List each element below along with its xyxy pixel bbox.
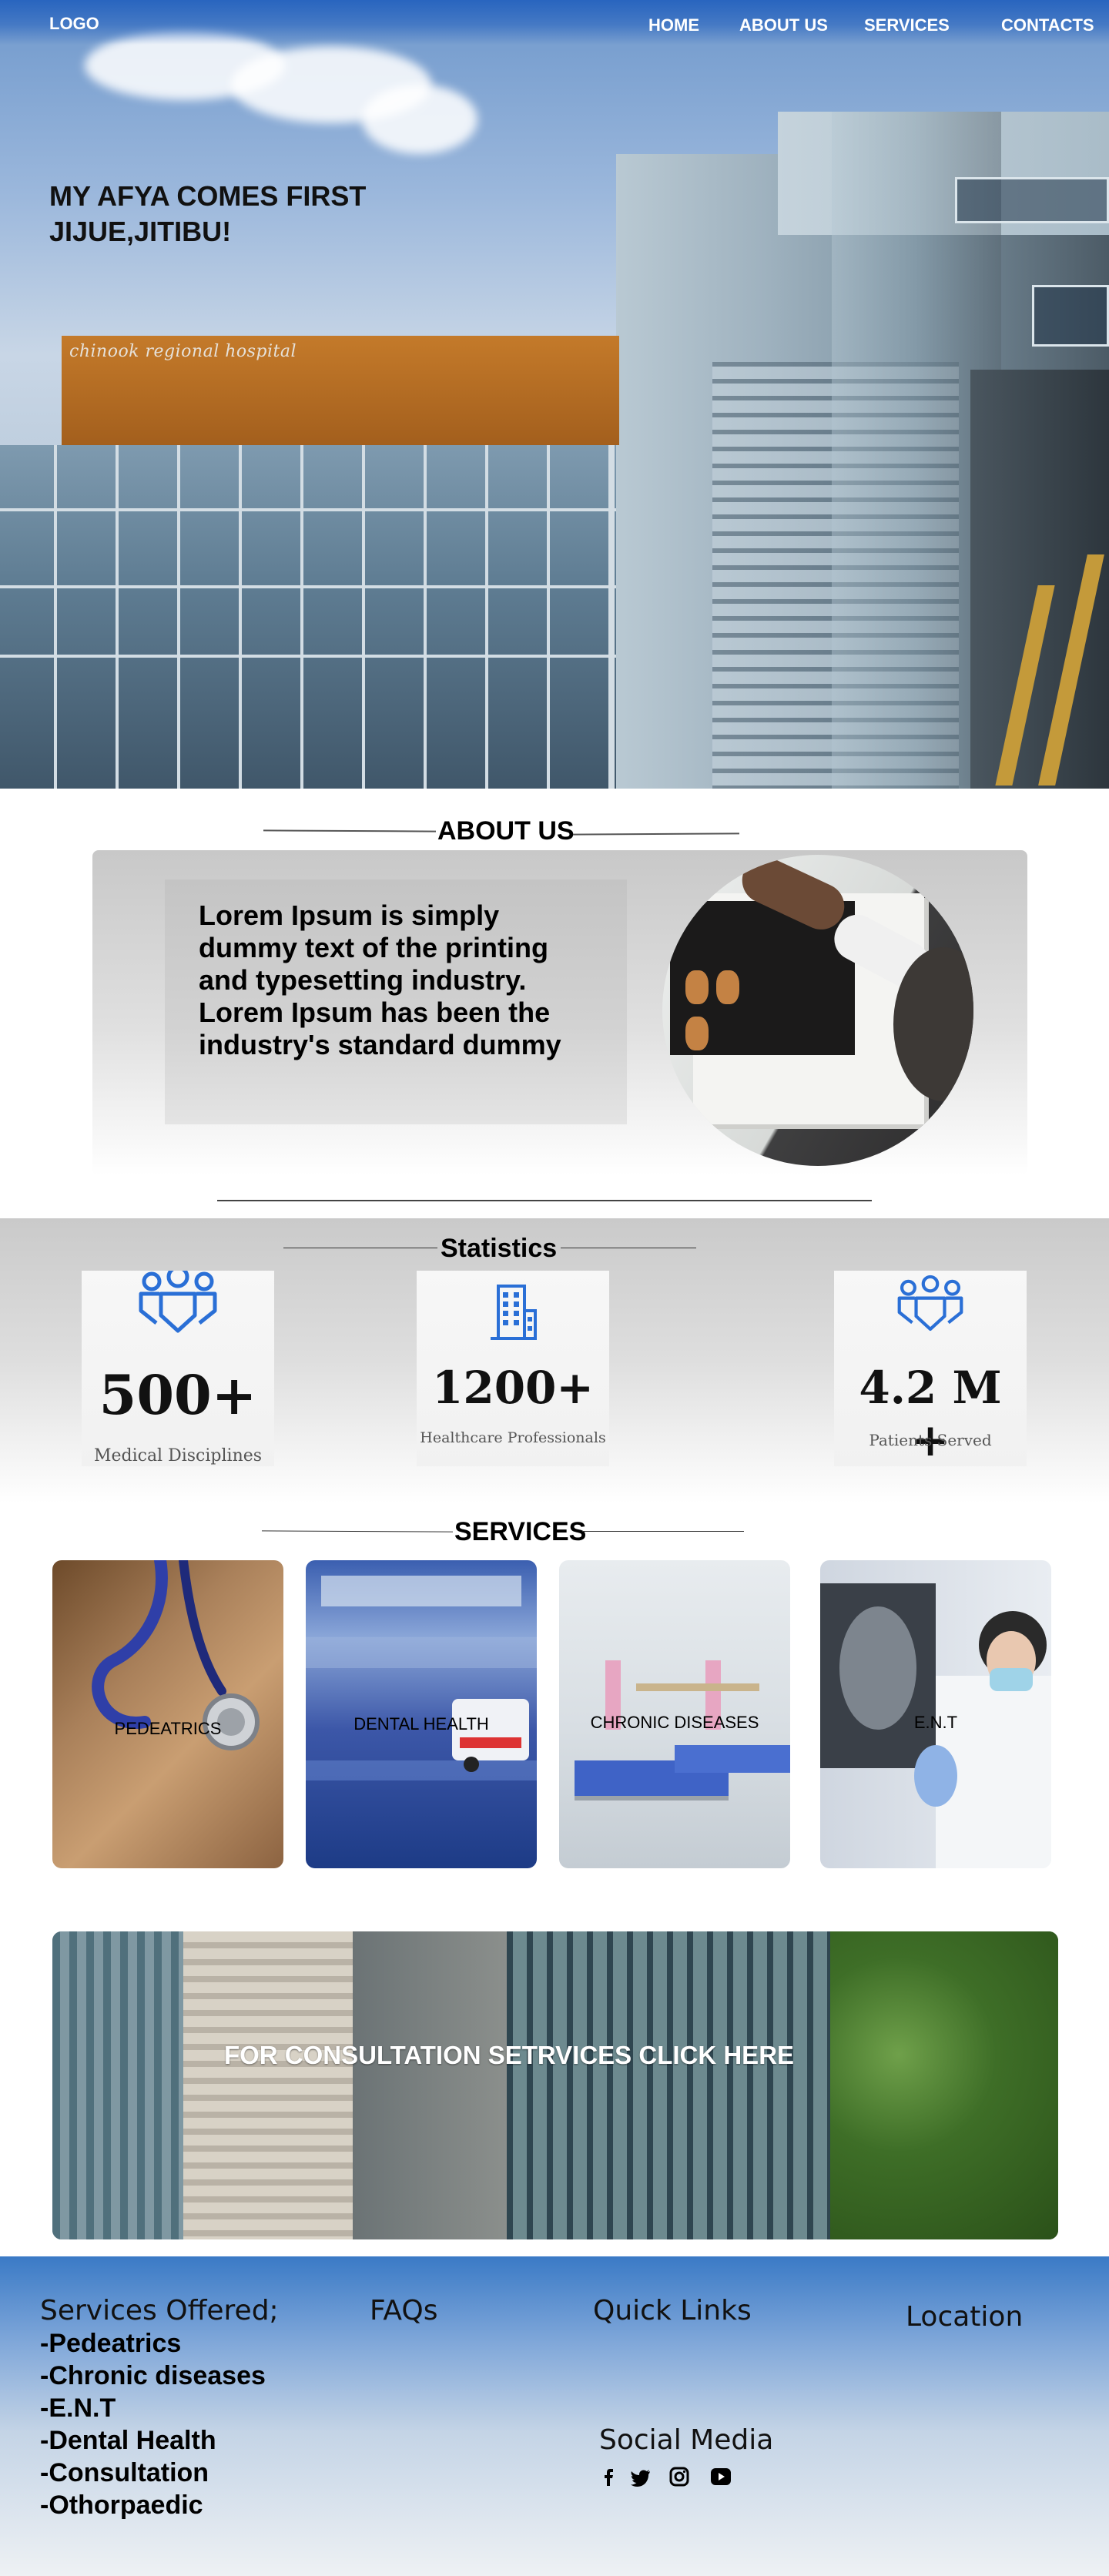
building-window (1032, 285, 1109, 347)
xray-tooth (716, 970, 739, 1004)
instagram-icon[interactable] (668, 2466, 690, 2487)
heading-rule (261, 1530, 454, 1533)
youtube-icon[interactable] (710, 2466, 732, 2487)
mullion (547, 445, 550, 789)
stat-value: 4.2 M + (859, 1362, 1002, 1466)
service-card-ent[interactable]: E.N.T (820, 1560, 1051, 1868)
building-image (507, 1931, 830, 2239)
mullion (116, 445, 119, 789)
heading-rule (263, 829, 437, 832)
stat-value: 500+ (99, 1363, 257, 1427)
hero-title-line2: JIJUE,JITIBU! (49, 216, 232, 247)
consultation-link[interactable]: FOR CONSULTATION SETRVICES CLICK HERE (52, 2041, 1058, 2070)
statistics-heading: Statistics (441, 1234, 558, 1263)
hero-section: chinook regional hospital MY AFYA COMES … (0, 0, 1109, 789)
service-label: DENTAL HEALTH (353, 1714, 489, 1734)
mullion (608, 445, 615, 789)
nav-link-home[interactable]: HOME (648, 15, 699, 35)
mullion (54, 445, 57, 789)
stat-label: Healthcare Professionals (420, 1429, 606, 1446)
top-nav: LOGO HOME ABOUT US SERVICES CONTACTS (0, 0, 1109, 45)
footer-location[interactable]: Location (906, 2301, 1023, 2333)
trees-image (830, 1931, 1058, 2239)
consultation-banner[interactable]: FOR CONSULTATION SETRVICES CLICK HERE (52, 1931, 1058, 2239)
people-group-icon (82, 1265, 274, 1338)
stat-card: 500+ Medical Disciplines (82, 1265, 274, 1466)
stat-value: 1200+ (431, 1362, 595, 1414)
stat-card: 4.2 M + Patients Served (834, 1271, 1027, 1466)
service-label: PEDEATRICS (114, 1719, 222, 1738)
mullion (0, 508, 616, 511)
building-window (955, 177, 1109, 223)
logo[interactable]: LOGO (49, 14, 99, 34)
footer-services-heading: Services Offered; (40, 2295, 279, 2326)
building-image (52, 1931, 183, 2239)
service-card-chronic-diseases[interactable]: CHRONIC DISEASES (559, 1560, 790, 1868)
cloud (362, 85, 477, 154)
heading-rule (582, 1531, 744, 1532)
footer-service-item[interactable]: -Consultation (40, 2458, 209, 2488)
mullion (424, 445, 427, 789)
mullion (177, 445, 180, 789)
hospital-sign: chinook regional hospital (69, 342, 297, 361)
twitter-icon[interactable] (630, 2466, 652, 2487)
footer-service-item[interactable]: -Dental Health (40, 2426, 216, 2456)
about-text: Lorem Ipsum is simply dummy text of the … (199, 899, 561, 1060)
glass-facade (0, 445, 616, 789)
heading-rule (572, 832, 740, 836)
service-card-pediatrics[interactable]: PEDEATRICS (52, 1560, 283, 1868)
building-image (353, 1931, 507, 2239)
people-group-icon (834, 1274, 1027, 1339)
footer-faqs-link[interactable]: FAQs (370, 2295, 438, 2326)
stat-label: Medical Disciplines (93, 1446, 263, 1466)
stat-label: Patients Served (869, 1431, 992, 1449)
services-heading: SERVICES (454, 1517, 587, 1546)
nav-link-contacts[interactable]: CONTACTS (1001, 15, 1094, 35)
xray-tooth (685, 1017, 709, 1050)
footer-service-item[interactable]: -Pedeatrics (40, 2329, 181, 2359)
stethoscope-image (92, 1560, 260, 1750)
section-divider (217, 1200, 872, 1201)
mullion (0, 585, 616, 588)
mullion (239, 445, 242, 789)
stat-card: 1200+ Healthcare Professionals (417, 1271, 609, 1466)
nav-link-about[interactable]: ABOUT US (739, 15, 828, 35)
building-image (183, 1931, 353, 2239)
mullion (300, 445, 303, 789)
service-label: E.N.T (913, 1713, 958, 1732)
service-label: CHRONIC DISEASES (590, 1713, 759, 1732)
service-card-dental-health[interactable]: DENTAL HEALTH (306, 1560, 537, 1868)
footer-social-heading: Social Media (599, 2424, 774, 2456)
mullion (485, 445, 488, 789)
building-icon (417, 1283, 609, 1345)
footer-service-item[interactable]: -Othorpaedic (40, 2491, 203, 2521)
footer-quick-links[interactable]: Quick Links (593, 2295, 752, 2326)
nav-link-services[interactable]: SERVICES (864, 15, 950, 35)
about-heading: ABOUT US (437, 816, 575, 846)
xray-tooth (685, 970, 709, 1004)
footer-service-item[interactable]: -Chronic diseases (40, 2361, 266, 2391)
hero-title: MY AFYA COMES FIRST JIJUE,JITIBU! (49, 179, 366, 250)
hero-title-line1: MY AFYA COMES FIRST (49, 180, 367, 212)
doctor-xray-photo (662, 855, 973, 1166)
facebook-icon[interactable] (598, 2466, 619, 2487)
footer-service-item[interactable]: -E.N.T (40, 2393, 116, 2424)
mullion (362, 445, 365, 789)
mullion (0, 655, 616, 658)
